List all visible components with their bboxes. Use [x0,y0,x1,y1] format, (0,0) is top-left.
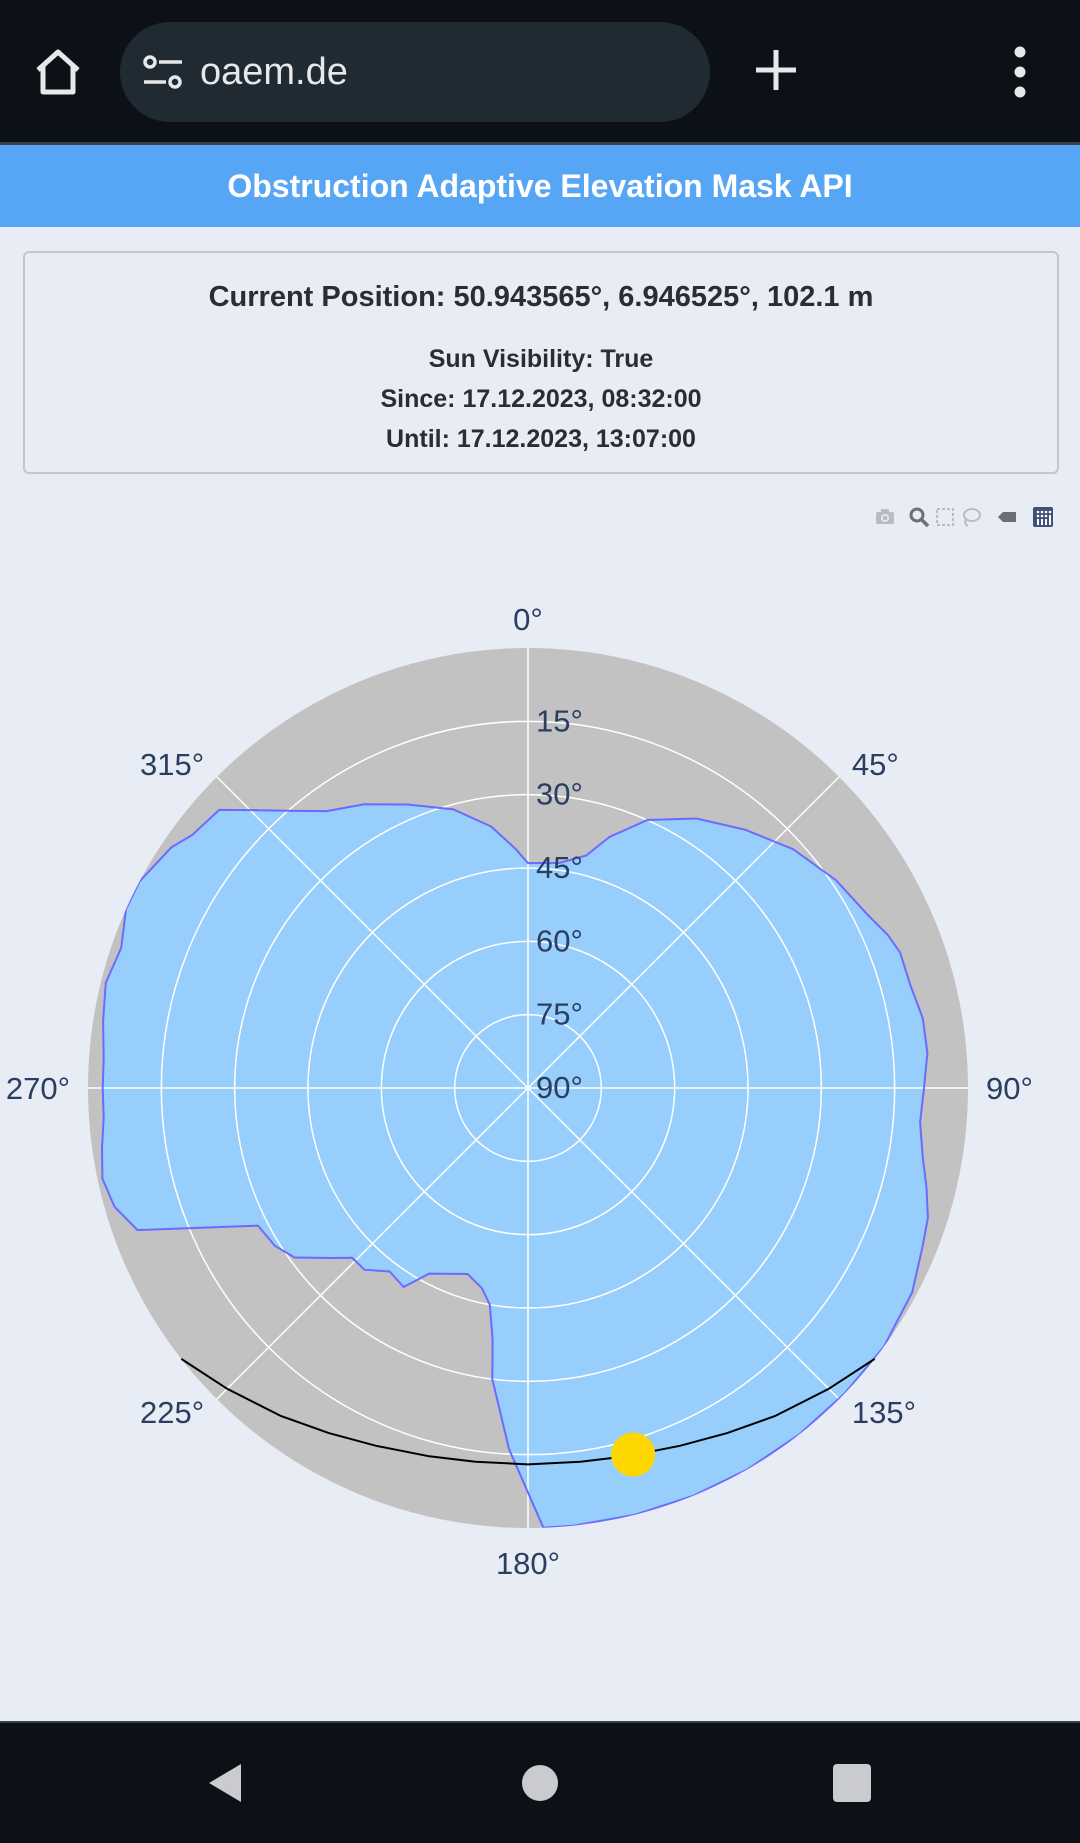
chart-modebar [870,506,1060,530]
sun-visibility-text: Sun Visibility: True [428,345,654,373]
position-info-panel: Current Position: 50.943565°, 6.946525°,… [23,251,1059,474]
plus-icon[interactable] [750,44,802,96]
radial-tick-label-3: 60° [536,923,583,958]
lasso-icon[interactable] [960,506,982,528]
angular-tick-label-4: 180° [496,1546,560,1581]
camera-icon[interactable] [874,506,896,528]
page-title: Obstruction Adaptive Elevation Mask API [0,145,1080,227]
back-icon[interactable] [205,1762,245,1804]
browser-toolbar: oaem.de [0,0,1080,144]
polar-elevation-chart[interactable]: 15° 30° 45° 60° 75° 90° 0° 45° 90° 135° 180° 225° 27… [0,580,1080,1600]
home-nav-icon[interactable] [520,1763,560,1803]
url-bar[interactable]: oaem.de [120,22,710,122]
angular-tick-label-5: 225° [140,1395,204,1430]
since-text: Since: 17.12.2023, 08:32:00 [380,385,702,413]
hover-closest-icon[interactable] [996,506,1018,528]
radial-tick-label-2: 45° [536,850,583,885]
current-position-text: Current Position: 50.943565°, 6.946525°,… [208,281,874,313]
box-select-icon[interactable] [934,506,956,528]
angular-tick-label-7: 315° [140,747,204,782]
plotly-logo-icon[interactable] [1032,506,1054,528]
angular-tick-label-2: 90° [986,1071,1033,1106]
angular-tick-label-0: 0° [513,602,543,637]
home-icon[interactable] [30,44,86,100]
site-settings-icon[interactable] [142,52,184,92]
radial-tick-label-5: 90° [536,1070,583,1105]
more-vert-icon[interactable] [1002,44,1038,100]
angular-tick-label-3: 135° [852,1395,916,1430]
radial-tick-label-4: 75° [536,997,583,1032]
radial-tick-label-1: 30° [536,777,583,812]
angular-tick-label-1: 45° [852,747,899,782]
visible-sky-area [102,804,928,1528]
url-text: oaem.de [200,51,348,93]
sun-marker [611,1432,656,1477]
zoom-icon[interactable] [908,506,930,528]
until-text: Until: 17.12.2023, 13:07:00 [386,425,696,453]
radial-tick-label-0: 15° [536,703,583,738]
recent-apps-icon[interactable] [832,1763,872,1803]
angular-tick-label-6: 270° [6,1071,70,1106]
